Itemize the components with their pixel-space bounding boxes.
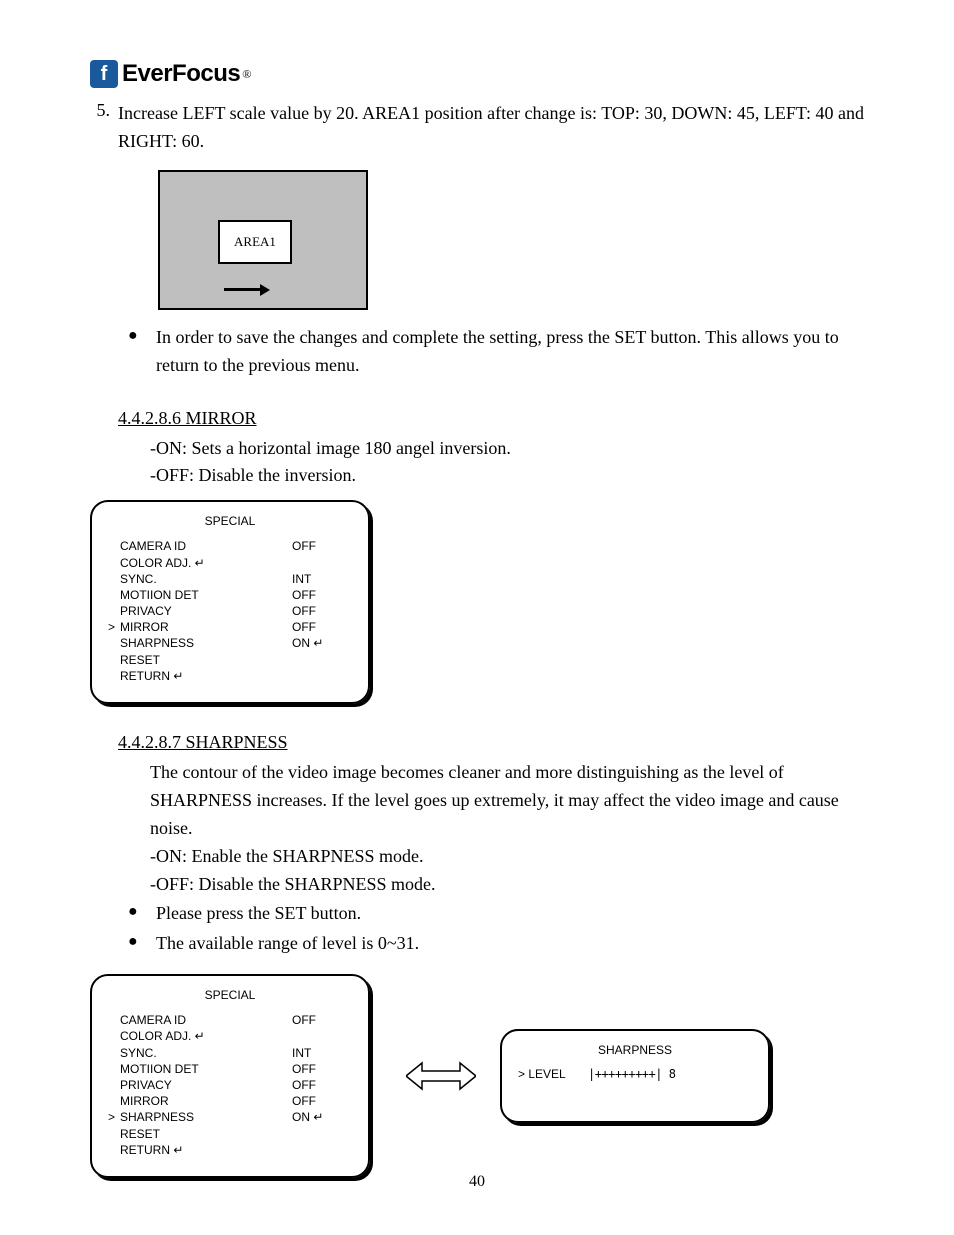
section-heading-mirror: 4.4.2.8.6 MIRROR (118, 408, 864, 429)
sharpness-on-line: -ON: Enable the SHARPNESS mode. (150, 843, 864, 871)
osd-row-selected: >MIRROROFF (108, 619, 352, 635)
bullet-icon: ● (128, 324, 156, 380)
section-heading-sharpness: 4.4.2.8.7 SHARPNESS (118, 732, 864, 753)
osd-title: SHARPNESS (518, 1043, 752, 1057)
bullet-text: In order to save the changes and complet… (156, 324, 864, 380)
bullet-icon: ● (128, 930, 156, 958)
osd-sharpness-level: SHARPNESS > LEVEL |+++++++++| 8 (500, 1029, 770, 1123)
level-label: > LEVEL (518, 1067, 588, 1081)
osd-row: COLOR ADJ. ↵ (108, 555, 352, 571)
bullet-text: The available range of level is 0~31. (156, 930, 864, 958)
osd-row: MOTIION DETOFF (108, 587, 352, 603)
osd-row: SYNC.INT (108, 571, 352, 587)
osd-menu-mirror: SPECIAL CAMERA IDOFF COLOR ADJ. ↵ SYNC.I… (90, 500, 370, 704)
mirror-off-line: -OFF: Disable the inversion. (150, 462, 864, 490)
osd-row: MOTIION DETOFF (108, 1061, 352, 1077)
list-item-5: 5. Increase LEFT scale value by 20. AREA… (90, 100, 864, 156)
osd-row: SYNC.INT (108, 1045, 352, 1061)
brand-logo: f EverFocus ® (90, 60, 864, 88)
logo-mark-icon: f (90, 60, 118, 88)
bullet-range: ● The available range of level is 0~31. (90, 930, 864, 958)
osd-row: COLOR ADJ. ↵ (108, 1028, 352, 1044)
osd-row: PRIVACYOFF (108, 603, 352, 619)
bullet-text: Please press the SET button. (156, 900, 864, 928)
osd-row: RESET (108, 652, 352, 668)
osd-menu-sharpness: SPECIAL CAMERA IDOFF COLOR ADJ. ↵ SYNC.I… (90, 974, 370, 1178)
osd-title: SPECIAL (108, 988, 352, 1002)
area1-box: AREA1 (218, 220, 292, 264)
bullet-icon: ● (128, 900, 156, 928)
page-number: 40 (0, 1173, 954, 1191)
osd-row: SHARPNESSON ↵ (108, 635, 352, 651)
osd-row: RETURN ↵ (108, 1142, 352, 1158)
bullet-save-changes: ● In order to save the changes and compl… (90, 324, 864, 380)
osd-row: PRIVACYOFF (108, 1077, 352, 1093)
bullet-press-set: ● Please press the SET button. (90, 900, 864, 928)
osd-row: CAMERA IDOFF (108, 1012, 352, 1028)
osd-title: SPECIAL (108, 514, 352, 528)
double-arrow-icon (406, 1059, 476, 1093)
sharpness-description: The contour of the video image becomes c… (150, 759, 864, 843)
logo-registered-icon: ® (242, 67, 251, 82)
sharpness-off-line: -OFF: Disable the SHARPNESS mode. (150, 871, 864, 899)
osd-row: CAMERA IDOFF (108, 538, 352, 554)
list-text: Increase LEFT scale value by 20. AREA1 p… (118, 100, 864, 156)
list-number: 5. (90, 100, 118, 156)
right-arrow-icon (224, 284, 270, 296)
osd-row: MIRROROFF (108, 1093, 352, 1109)
level-bar: |+++++++++| 8 (588, 1067, 752, 1081)
osd-row-selected: >SHARPNESSON ↵ (108, 1109, 352, 1125)
area-position-figure: AREA1 (158, 170, 368, 310)
osd-row: RETURN ↵ (108, 668, 352, 684)
mirror-on-line: -ON: Sets a horizontal image 180 angel i… (150, 435, 864, 463)
logo-text: EverFocus (122, 60, 240, 88)
osd-row: RESET (108, 1126, 352, 1142)
